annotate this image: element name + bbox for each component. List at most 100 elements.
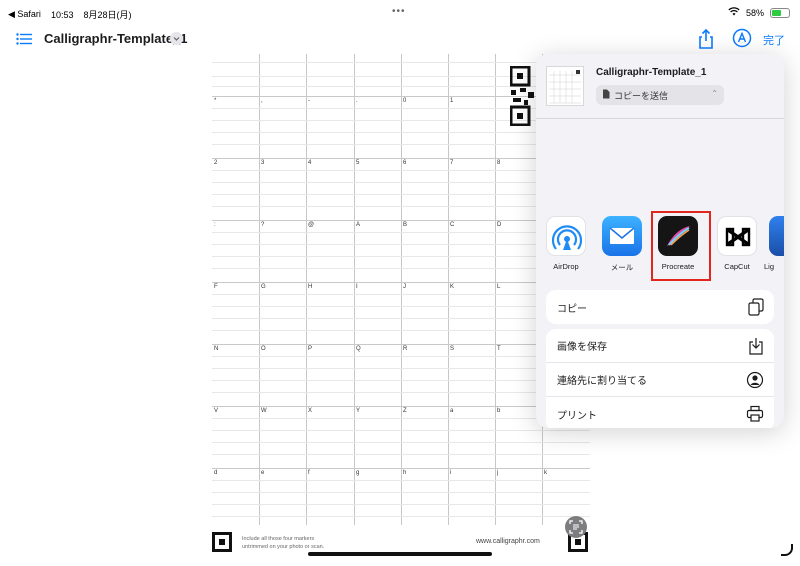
grid-cell-label: 3 (261, 160, 265, 166)
contact-icon (746, 371, 764, 392)
row-separator (212, 406, 590, 407)
grid-cell-label: K (450, 284, 455, 290)
grid-cell-label: , (261, 98, 263, 104)
print-icon (746, 405, 764, 426)
row-separator (212, 468, 590, 469)
app-label: AirDrop (553, 262, 579, 271)
grid-cell-label: B (403, 222, 408, 228)
list-icon[interactable] (16, 32, 32, 50)
grid-cell-label: L (497, 284, 501, 290)
grid-cell-label: e (261, 470, 265, 476)
grid-cell-label: G (261, 284, 266, 290)
guide-line (212, 206, 590, 207)
mail-icon (602, 216, 642, 256)
grid-cell-label: 2 (214, 160, 218, 166)
capcut-icon (717, 216, 757, 256)
chevron-down-icon[interactable] (170, 32, 183, 45)
send-option-select[interactable]: コピーを送信 ⌃ (596, 85, 724, 105)
grid-cell-label: k (544, 470, 547, 476)
guide-line (212, 132, 590, 133)
grid-cell-label: R (403, 346, 408, 352)
app-mail[interactable]: メール (597, 216, 647, 273)
wifi-icon (728, 7, 740, 18)
grid-cell-label: 0 (403, 98, 407, 104)
multitasking-dots-icon[interactable]: ••• (392, 6, 406, 17)
guide-line (212, 418, 590, 419)
marker-instructions: Include all those four markers untrimmed… (242, 536, 325, 550)
file-action-group: 画像を保存 連絡先に割り当てる プリント (546, 329, 774, 428)
grid-cell-label: i (450, 470, 452, 476)
grid-cell-label: 7 (450, 160, 454, 166)
divider (536, 118, 784, 119)
assign-to-contact-action[interactable]: 連絡先に割り当てる (546, 363, 774, 397)
app-capcut[interactable]: CapCut (712, 216, 762, 271)
guide-line (212, 170, 590, 171)
qr-code-icon (509, 65, 536, 131)
save-image-icon (748, 337, 764, 358)
grid-cell-label: A (356, 222, 361, 228)
copy-action[interactable]: コピー (546, 290, 774, 324)
grid-cell-label: Y (356, 408, 361, 414)
app-icon (769, 216, 784, 256)
guide-line (212, 232, 590, 233)
guide-line (212, 492, 590, 493)
guide-line (212, 268, 590, 269)
row-separator (212, 158, 590, 159)
guide-line (212, 380, 590, 381)
grid-cell-label: X (308, 408, 313, 414)
grid-cell-label: 6 (403, 160, 407, 166)
app-airdrop[interactable]: AirDrop (541, 216, 591, 271)
grid-cell-label: j (497, 470, 499, 476)
grid-cell-label: H (308, 284, 313, 290)
done-button[interactable]: 完了 (763, 32, 785, 48)
guide-line (212, 516, 590, 517)
save-image-action[interactable]: 画像を保存 (546, 329, 774, 363)
grid-cell-label: N (214, 346, 219, 352)
guide-line (212, 356, 590, 357)
procreate-highlight-box (651, 211, 711, 281)
app-partial[interactable]: Lig (764, 216, 784, 271)
grid-cell-label: D (497, 222, 502, 228)
grid-cell-label: 5 (356, 160, 360, 166)
template-page: *, -. 0 1 2 3 4 5 6 7 8:? @ A B C D F G H I J K L N O P Q R S T V W X Y Za… (212, 54, 590, 554)
grid-cell-label: Q (356, 346, 361, 352)
grid-cell-label: . (356, 98, 358, 104)
grid-cell-label: V (214, 408, 219, 414)
app-label: メール (610, 263, 634, 272)
share-icon[interactable] (696, 28, 716, 55)
toolbar: Calligraphr-Template_1 完了 (0, 24, 800, 54)
grid-cell-label: W (261, 408, 267, 414)
row-separator (212, 344, 590, 345)
chevron-updown-icon: ⌃ (711, 89, 718, 98)
status-bar: ◀ Safari 10:53 8月28日(月) ••• 58% (0, 0, 800, 24)
grid-cell-label: S (450, 346, 455, 352)
grid-cell-label: f (308, 470, 310, 476)
grid-cell-label: I (356, 284, 358, 290)
guide-line (212, 392, 590, 393)
grid-cell-label: P (308, 346, 313, 352)
corner-marker-icon (212, 532, 232, 557)
back-to-safari-link[interactable]: ◀ Safari (8, 9, 41, 20)
row-separator (212, 220, 590, 221)
grid-cell-label: 8 (497, 160, 501, 166)
guide-line (212, 504, 590, 505)
guide-line (212, 256, 590, 257)
print-action[interactable]: プリント (546, 397, 774, 428)
guide-line (212, 454, 590, 455)
grid-cell-label: b (497, 408, 501, 414)
guide-line (212, 62, 590, 63)
share-file-name: Calligraphr-Template_1 (596, 67, 707, 78)
copy-action-group: コピー (546, 290, 774, 324)
battery-percent: 58% (745, 7, 764, 18)
document-title[interactable]: Calligraphr-Template_1 (44, 31, 188, 46)
row-separator (212, 282, 590, 283)
grid-cell-label: C (450, 222, 455, 228)
screen: ◀ Safari 10:53 8月28日(月) ••• 58% Calligra… (0, 0, 800, 566)
grid-cell-label: @ (308, 222, 315, 228)
markup-icon[interactable] (732, 28, 752, 53)
scan-text-icon[interactable] (565, 516, 587, 538)
calligraphr-url: www.calligraphr.com (476, 538, 540, 545)
grid-cell-label: F (214, 284, 218, 290)
guide-line (212, 294, 590, 295)
grid-cell-label: a (450, 408, 454, 414)
